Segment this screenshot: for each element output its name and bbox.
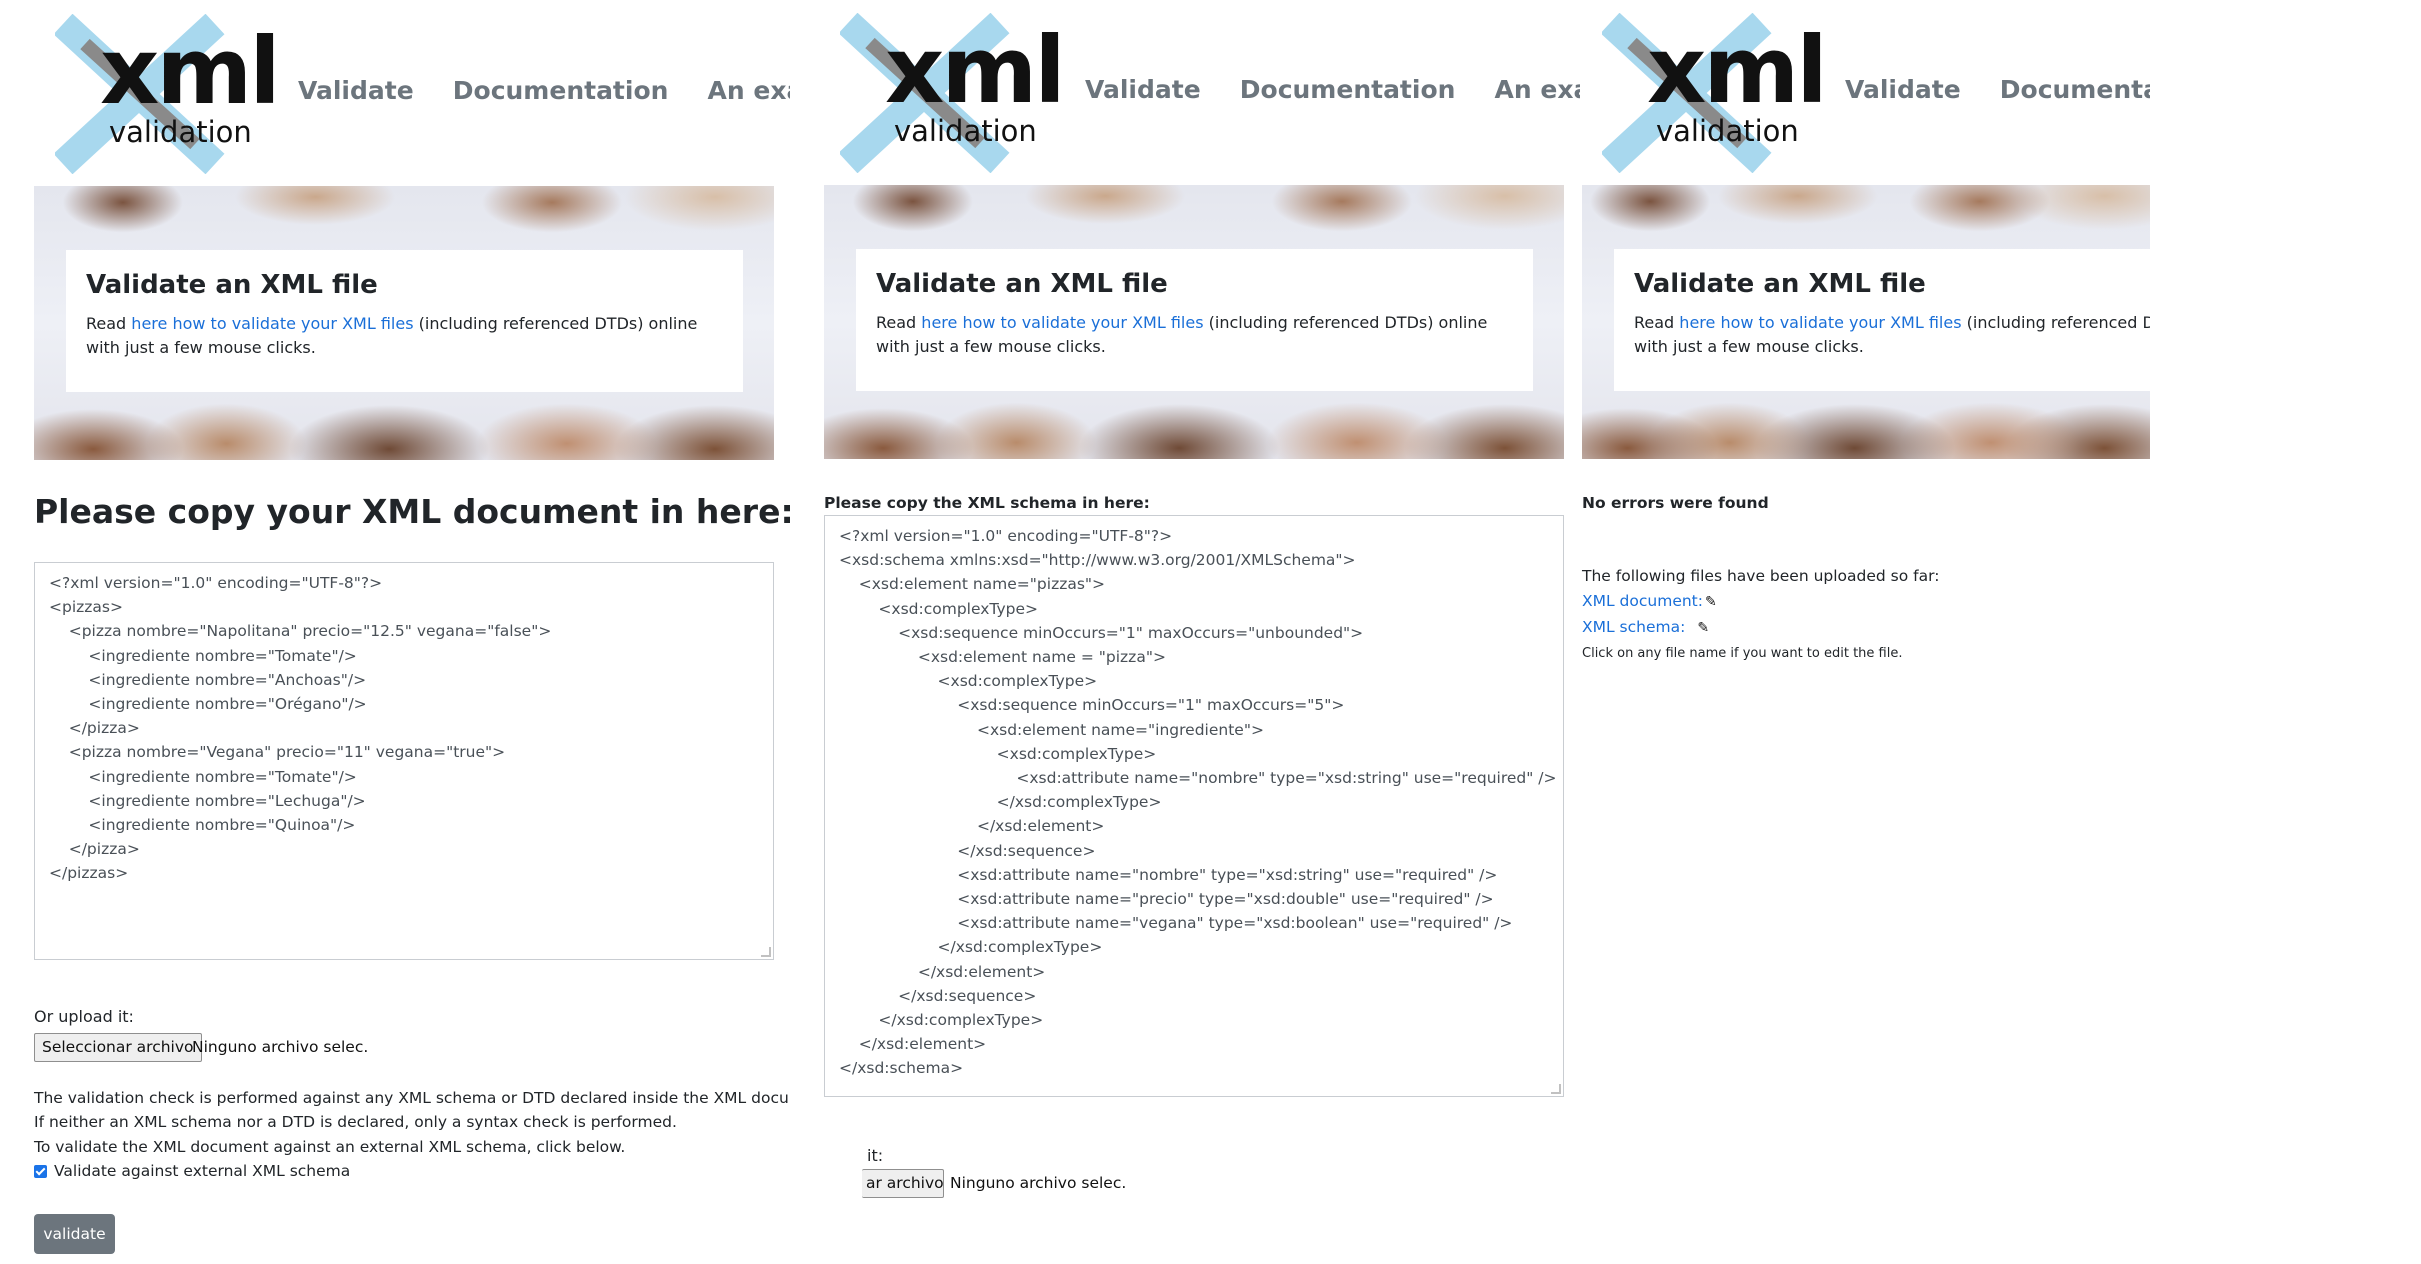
main-nav: Validate Documentation An example (298, 76, 790, 105)
hero-title: Validate an XML file (86, 270, 378, 300)
panel-xml-schema: xml validation Validate Documentation An… (790, 0, 1580, 1264)
hero-card: Validate an XML file Read here how to va… (66, 250, 743, 392)
uploaded-file-document[interactable]: XML document: ✎ (1582, 592, 1717, 610)
info-line: To validate the XML document against an … (34, 1137, 626, 1156)
hero-text: Read here how to validate your XML files… (86, 312, 726, 360)
hero-title: Validate an XML file (876, 269, 1168, 299)
file-select-button[interactable]: ar archivo (862, 1169, 944, 1198)
hero-card: Validate an XML file Read here how to va… (1614, 249, 2150, 391)
xml-document-link[interactable]: XML document: (1582, 592, 1703, 610)
file-none-text: Ninguno archivo selec. (950, 1174, 1127, 1192)
uploaded-file-schema[interactable]: XML schema: ✎ (1582, 618, 1709, 636)
nav-documentation[interactable]: Documentation (2000, 75, 2150, 104)
schema-heading: Please copy the XML schema in here: (824, 494, 1150, 512)
hero-banner: Validate an XML file Read here how to va… (1582, 185, 2150, 459)
site-logo[interactable]: xml validation (840, 13, 1066, 173)
logo-subtitle: validation (1656, 114, 1799, 148)
result-status: No errors were found (1582, 494, 1769, 512)
uploaded-heading: The following files have been uploaded s… (1582, 567, 1940, 585)
validation-info: The validation check is performed agains… (34, 1086, 790, 1159)
hero-text-before: Read (1634, 313, 1680, 332)
hero-link[interactable]: here how to validate your XML files (1679, 313, 1961, 332)
info-line: The validation check is performed agains… (34, 1089, 790, 1107)
logo-subtitle: validation (109, 115, 252, 149)
checkbox-label: Validate against external XML schema (54, 1162, 351, 1180)
file-select-button[interactable]: Seleccionar archivo (34, 1033, 202, 1062)
site-logo[interactable]: xml validation (1602, 13, 1828, 173)
site-logo[interactable]: xml validation (55, 14, 281, 174)
nav-an-example[interactable]: An example (708, 76, 790, 105)
main-nav: Validate Documentation (1845, 75, 2150, 104)
logo-word: xml (885, 17, 1066, 124)
hero-text: Read here how to validate your XML files… (876, 311, 1516, 359)
hero-text-before: Read (876, 313, 922, 332)
hero-title: Validate an XML file (1634, 269, 1926, 299)
logo-word: xml (1647, 17, 1828, 124)
edit-hint: Click on any file name if you want to ed… (1582, 646, 1903, 661)
xml-document-textarea[interactable]: <?xml version="1.0" encoding="UTF-8"?> <… (34, 562, 774, 960)
panel-result: xml validation Validate Documentation Va… (1580, 0, 2150, 1264)
external-schema-checkbox[interactable] (34, 1164, 47, 1178)
info-line: If neither an XML schema nor a DTD is de… (34, 1113, 677, 1132)
hero-banner: Validate an XML file Read here how to va… (34, 186, 774, 460)
hero-link[interactable]: here how to validate your XML files (131, 314, 413, 333)
nav-documentation[interactable]: Documentation (453, 76, 669, 105)
pencil-icon[interactable]: ✎ (1697, 620, 1709, 636)
logo-word: xml (100, 18, 281, 125)
nav-validate[interactable]: Validate (1845, 75, 1961, 104)
xml-schema-link[interactable]: XML schema: (1582, 618, 1685, 636)
nav-validate[interactable]: Validate (1085, 75, 1201, 104)
hero-link[interactable]: here how to validate your XML files (921, 313, 1203, 332)
logo-subtitle: validation (894, 114, 1037, 148)
external-schema-checkbox-row[interactable]: Validate against external XML schema (34, 1162, 350, 1180)
panel-xml-document: xml validation Validate Documentation An… (0, 0, 790, 1264)
hero-card: Validate an XML file Read here how to va… (856, 249, 1533, 391)
hero-banner: Validate an XML file Read here how to va… (824, 185, 1564, 459)
hero-text-before: Read (86, 314, 132, 333)
page-heading: Please copy your XML document in here: (34, 492, 790, 531)
upload-label: it: (867, 1146, 884, 1165)
nav-an-example[interactable]: An example (1495, 75, 1580, 104)
pencil-icon[interactable]: ✎ (1705, 594, 1717, 610)
hero-text: Read here how to validate your XML files… (1634, 311, 2150, 359)
nav-documentation[interactable]: Documentation (1240, 75, 1456, 104)
upload-label: Or upload it: (34, 1007, 134, 1026)
nav-validate[interactable]: Validate (298, 76, 414, 105)
file-none-text: Ninguno archivo selec. (192, 1038, 369, 1056)
main-nav: Validate Documentation An example (1085, 75, 1580, 104)
validate-button[interactable]: validate (34, 1214, 115, 1254)
xml-schema-textarea[interactable]: <?xml version="1.0" encoding="UTF-8"?> <… (824, 515, 1564, 1097)
